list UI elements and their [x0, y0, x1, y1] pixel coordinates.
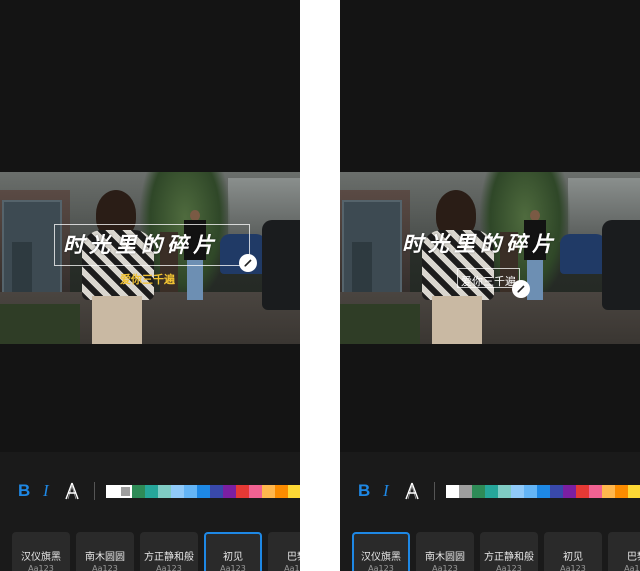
color-swatch[interactable]	[576, 485, 589, 498]
font-option-name: 巴黎	[287, 552, 300, 563]
font-option-sample: Aa123	[496, 564, 522, 571]
bold-button[interactable]: B	[18, 480, 30, 502]
font-option-name: 汉仪旗黑	[21, 552, 61, 563]
font-option-sample: Aa123	[624, 564, 640, 571]
color-swatch[interactable]	[262, 485, 275, 498]
color-swatch[interactable]	[158, 485, 171, 498]
color-swatch[interactable]	[145, 485, 158, 498]
color-swatch[interactable]	[197, 485, 210, 498]
color-swatch[interactable]	[171, 485, 184, 498]
color-swatch[interactable]	[524, 485, 537, 498]
scene-woman	[418, 190, 498, 344]
font-option[interactable]: 方正静和般 Aa123	[480, 532, 538, 571]
color-swatch[interactable]	[615, 485, 628, 498]
font-option-name: 方正静和般	[144, 552, 194, 563]
font-option-sample: Aa123	[156, 564, 182, 571]
color-swatch[interactable]	[275, 485, 288, 498]
scene-dark-car	[262, 220, 300, 310]
color-swatch[interactable]	[537, 485, 550, 498]
color-swatch[interactable]	[628, 485, 640, 498]
scene-woman	[78, 190, 158, 344]
font-option-name: 方正静和般	[484, 552, 534, 563]
color-swatch[interactable]	[446, 485, 459, 498]
font-option[interactable]: 初见 Aa123	[544, 532, 602, 571]
color-palette	[446, 485, 640, 498]
color-swatch[interactable]	[184, 485, 197, 498]
font-list: 汉仪旗黑Aa123南木圆圆Aa123方正静和般Aa123初见Aa123巴黎Aa1…	[352, 532, 640, 571]
font-option[interactable]: 南木圆圆 Aa123	[416, 532, 474, 571]
outline-button[interactable]	[64, 480, 80, 502]
font-option-sample: Aa123	[284, 564, 300, 571]
font-option-name: 汉仪旗黑	[361, 552, 401, 563]
color-swatch[interactable]	[459, 485, 472, 498]
text-style-toolbar: B I 汉仪旗黑 Aa123 南木圆圆 Aa123 方正静和般 Aa123 初见 Aa123 巴…	[0, 452, 300, 571]
scene-grass	[0, 304, 80, 344]
color-swatch[interactable]	[132, 485, 145, 498]
bold-button[interactable]: B	[358, 480, 370, 502]
font-option-sample: Aa123	[432, 564, 458, 571]
color-swatch[interactable]	[602, 485, 615, 498]
font-option[interactable]: 南木圆圆 Aa123	[76, 532, 134, 571]
color-swatch[interactable]	[511, 485, 524, 498]
color-swatch[interactable]	[106, 485, 119, 498]
subtitle-caption-box[interactable]: 爱你三千遍	[120, 268, 175, 288]
font-option-name: 巴黎	[627, 552, 640, 563]
font-option-sample: Aa123	[560, 564, 586, 571]
color-swatch[interactable]	[485, 485, 498, 498]
title-caption-box[interactable]: 时光里的碎片	[54, 224, 250, 266]
color-swatch[interactable]	[550, 485, 563, 498]
font-option-name: 南木圆圆	[425, 552, 465, 563]
outline-button[interactable]	[404, 480, 420, 502]
color-swatch[interactable]	[563, 485, 576, 498]
editor-screen-left: 时光里的碎片 爱你三千遍 B I 汉仪旗黑 Aa123 南木圆圆 Aa123 方正静和般…	[0, 0, 300, 571]
color-swatch[interactable]	[498, 485, 511, 498]
color-swatch[interactable]	[236, 485, 249, 498]
pen-icon[interactable]	[512, 280, 530, 298]
color-swatch[interactable]	[210, 485, 223, 498]
toolbar-divider	[94, 482, 95, 500]
color-swatch[interactable]	[288, 485, 300, 498]
color-swatch[interactable]	[472, 485, 485, 498]
font-option-sample: Aa123	[92, 564, 118, 571]
format-row: B I	[0, 480, 300, 502]
format-row: B I	[340, 480, 640, 502]
subtitle-caption: 爱你三千遍	[120, 273, 175, 286]
italic-button[interactable]: I	[43, 480, 49, 502]
scene-grass	[340, 304, 420, 344]
font-list: 汉仪旗黑Aa123南木圆圆Aa123方正静和般Aa123初见Aa123巴黎Aa1…	[12, 532, 300, 571]
font-option-sample: Aa123	[28, 564, 54, 571]
color-swatch[interactable]	[249, 485, 262, 498]
font-option-sample: Aa123	[220, 564, 246, 571]
subtitle-caption-box[interactable]: 爱你三千遍	[457, 268, 520, 288]
font-option[interactable]: 初见 Aa123	[204, 532, 262, 571]
text-style-toolbar: B I 汉仪旗黑 Aa123 南木圆圆 Aa123 方正静和般 Aa123 初见 Aa123 巴…	[340, 452, 640, 571]
title-caption-box[interactable]: 时光里的碎片	[394, 224, 588, 264]
color-swatch[interactable]	[119, 485, 132, 498]
video-preview[interactable]: 时光里的碎片 爱你三千遍	[340, 172, 640, 344]
toolbar-divider	[434, 482, 435, 500]
font-option-sample: Aa123	[368, 564, 394, 571]
font-option-name: 初见	[223, 552, 243, 563]
color-swatch[interactable]	[589, 485, 602, 498]
italic-button[interactable]: I	[383, 480, 389, 502]
title-caption: 时光里的碎片	[63, 232, 219, 257]
font-option[interactable]: 方正静和般 Aa123	[140, 532, 198, 571]
pen-icon[interactable]	[239, 254, 257, 272]
color-palette	[106, 485, 300, 498]
video-preview[interactable]: 时光里的碎片 爱你三千遍	[0, 172, 300, 344]
scene-dark-car	[602, 220, 640, 310]
editor-screen-right: 时光里的碎片 爱你三千遍 B I 汉仪旗黑 Aa123 南木圆圆 Aa123 方正静和般…	[340, 0, 640, 571]
font-option[interactable]: 巴黎Aa123	[608, 532, 640, 571]
color-swatch[interactable]	[223, 485, 236, 498]
font-option[interactable]: 汉仪旗黑 Aa123	[12, 532, 70, 571]
font-option[interactable]: 巴黎Aa123	[268, 532, 300, 571]
font-option-name: 南木圆圆	[85, 552, 125, 563]
font-option-name: 初见	[563, 552, 583, 563]
font-option[interactable]: 汉仪旗黑 Aa123	[352, 532, 410, 571]
title-caption: 时光里的碎片	[402, 231, 558, 256]
subtitle-caption: 爱你三千遍	[461, 275, 516, 288]
